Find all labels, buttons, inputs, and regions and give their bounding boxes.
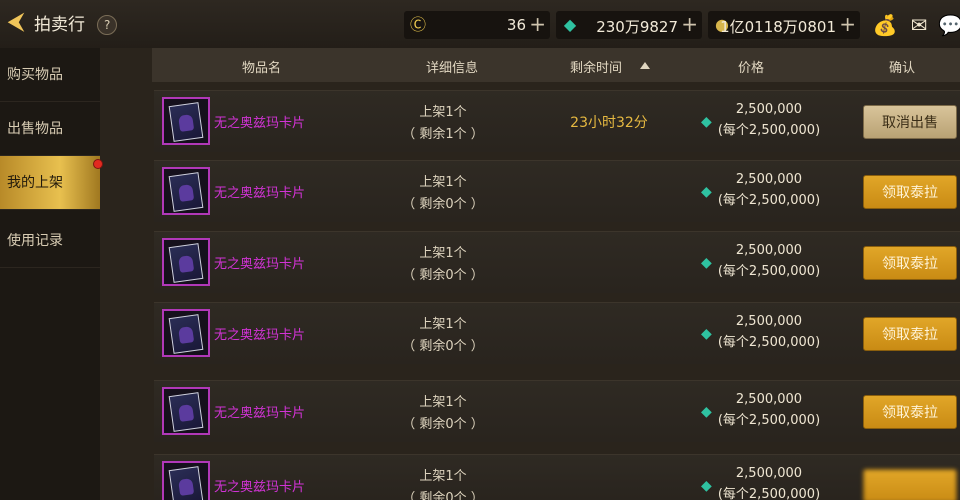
sidebar-item-history[interactable]: 使用记录 — [0, 214, 100, 268]
sort-ascending-icon[interactable] — [640, 62, 650, 69]
gem-icon: ◆ — [701, 404, 712, 420]
currency-gem: ◆ 230万9827 + — [556, 11, 702, 39]
gem-value: 230万9827 — [596, 18, 678, 36]
total-price: 2,500,000 — [735, 243, 803, 258]
item-name[interactable]: 无之奥兹玛卡片 — [214, 253, 305, 272]
gem-icon: ◆ — [701, 184, 712, 200]
claim-tera-button[interactable]: 领取泰拉 — [863, 175, 957, 209]
gem-icon: ◆ — [701, 326, 712, 342]
add-gold-button[interactable]: + — [839, 12, 856, 36]
total-price: 2,500,000 — [735, 314, 803, 329]
sidebar-item-buy[interactable]: 购买物品 — [0, 48, 100, 102]
item-card-icon[interactable] — [162, 238, 210, 286]
table-row: 无之奥兹玛卡片 上架1个 （ 剩余0个 ） ◆ 2,500,000 (每个2,5… — [154, 302, 960, 364]
table-header: 物品名 详细信息 剩余时间 价格 确认 — [152, 48, 960, 82]
unit-price: (每个2,500,000) — [717, 264, 821, 279]
c-coin-value: 36 — [506, 16, 526, 34]
green-gem-icon: ◆ — [563, 15, 577, 34]
remaining-count: （ 剩余0个 ） — [402, 491, 484, 500]
header-item-name: 物品名 — [242, 61, 282, 76]
unit-price: (每个2,500,000) — [717, 413, 821, 428]
unit-price: (每个2,500,000) — [717, 123, 821, 138]
sidebar: 购买物品 出售物品 我的上架 使用记录 — [0, 48, 100, 500]
header-confirm: 确认 — [889, 61, 916, 76]
unit-price: (每个2,500,000) — [717, 487, 821, 500]
total-price: 2,500,000 — [735, 102, 803, 117]
top-bar: ⮜ 拍卖行 ? Ⓒ 36 + ◆ 230万9827 + ● 1亿0118万080… — [0, 0, 960, 48]
claim-tera-button[interactable]: 领取泰拉 — [863, 395, 957, 429]
listed-count: 上架1个 — [419, 317, 467, 332]
row-action-button[interactable] — [863, 469, 957, 500]
item-name[interactable]: 无之奥兹玛卡片 — [214, 402, 305, 421]
remaining-count: （ 剩余0个 ） — [402, 197, 484, 212]
header-detail: 详细信息 — [426, 61, 479, 76]
sidebar-item-sell[interactable]: 出售物品 — [0, 102, 100, 156]
table-row: 无之奥兹玛卡片 上架1个 （ 剩余0个 ） ◆ 2,500,000 (每个2,5… — [154, 160, 960, 222]
listed-count: 上架1个 — [419, 105, 467, 120]
total-price: 2,500,000 — [735, 172, 803, 187]
unit-price: (每个2,500,000) — [717, 335, 821, 350]
table-row: 无之奥兹玛卡片 上架1个 （ 剩余0个 ） ◆ 2,500,000 (每个2,5… — [154, 380, 960, 442]
notification-dot — [93, 159, 103, 169]
currency-gold: ● 1亿0118万0801 + — [708, 11, 860, 39]
item-card-icon[interactable] — [162, 97, 210, 145]
table-row: 无之奥兹玛卡片 上架1个 （ 剩余1个 ） 23小时32分 ◆ 2,500,00… — [154, 90, 960, 152]
item-name[interactable]: 无之奥兹玛卡片 — [214, 476, 305, 495]
gem-icon: ◆ — [701, 255, 712, 271]
table-row: 无之奥兹玛卡片 上架1个 （ 剩余0个 ） ◆ 2,500,000 (每个2,5… — [154, 231, 960, 293]
item-card-icon[interactable] — [162, 461, 210, 500]
listed-count: 上架1个 — [419, 395, 467, 410]
listed-count: 上架1个 — [419, 246, 467, 261]
help-icon[interactable]: ? — [92, 10, 122, 40]
listed-count: 上架1个 — [419, 469, 467, 484]
remaining-count: （ 剩余0个 ） — [402, 268, 484, 283]
page-title: 拍卖行 — [34, 15, 85, 35]
money-bag-icon[interactable]: 💰 — [870, 12, 900, 38]
total-price: 2,500,000 — [735, 392, 803, 407]
gem-icon: ◆ — [701, 478, 712, 494]
chat-icon[interactable]: 💬 — [938, 12, 960, 38]
table-row: 无之奥兹玛卡片 上架1个 （ 剩余0个 ） ◆ 2,500,000 (每个2,5… — [154, 454, 960, 500]
total-price: 2,500,000 — [735, 466, 803, 481]
add-gem-button[interactable]: + — [681, 12, 698, 36]
claim-tera-button[interactable]: 领取泰拉 — [863, 246, 957, 280]
header-price: 价格 — [738, 61, 765, 76]
gem-icon: ◆ — [701, 114, 712, 130]
listed-count: 上架1个 — [419, 175, 467, 190]
item-name[interactable]: 无之奥兹玛卡片 — [214, 182, 305, 201]
item-card-icon[interactable] — [162, 387, 210, 435]
back-arrow-icon[interactable]: ⮜ — [2, 8, 30, 34]
sidebar-item-my-listings[interactable]: 我的上架 — [0, 156, 100, 210]
help-label: ? — [103, 18, 111, 32]
gold-value: 1亿0118万0801 — [720, 18, 836, 36]
add-c-coin-button[interactable]: + — [529, 12, 546, 36]
remaining-count: （ 剩余1个 ） — [402, 127, 484, 142]
remaining-count: （ 剩余0个 ） — [402, 417, 484, 432]
c-coin-icon: Ⓒ — [409, 15, 426, 34]
mail-icon[interactable]: ✉ — [904, 12, 934, 38]
cancel-sale-button[interactable]: 取消出售 — [863, 105, 957, 139]
item-name[interactable]: 无之奥兹玛卡片 — [214, 324, 305, 343]
item-card-icon[interactable] — [162, 167, 210, 215]
remaining-count: （ 剩余0个 ） — [402, 339, 484, 354]
time-left: 23小时32分 — [570, 115, 648, 131]
item-card-icon[interactable] — [162, 309, 210, 357]
item-name[interactable]: 无之奥兹玛卡片 — [214, 112, 305, 131]
claim-tera-button[interactable]: 领取泰拉 — [863, 317, 957, 351]
header-remaining-time[interactable]: 剩余时间 — [570, 57, 622, 76]
currency-c-coin: Ⓒ 36 + — [404, 11, 550, 39]
unit-price: (每个2,500,000) — [717, 193, 821, 208]
